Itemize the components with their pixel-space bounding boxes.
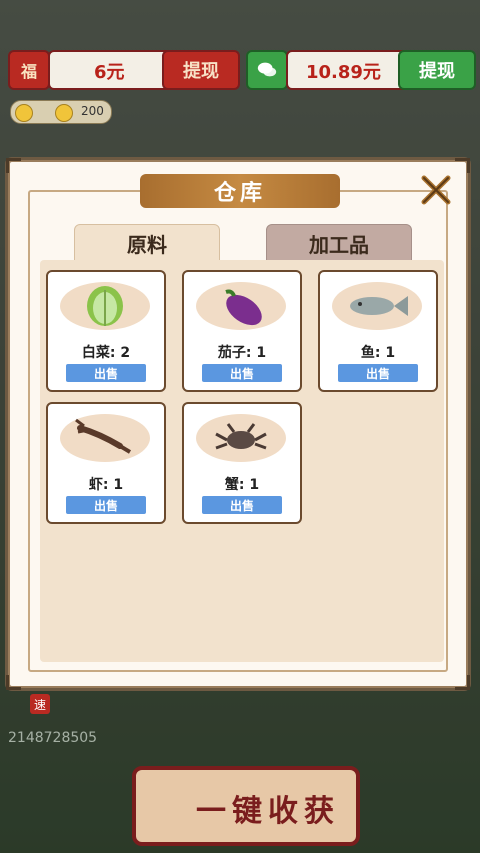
sell-button[interactable]: 出售 [202,496,282,514]
tab-processed-goods[interactable]: 加工品 [266,224,412,262]
item-label: 蟹: 1 [224,477,260,493]
item-label: 鱼: 1 [360,345,396,361]
frame-corner [6,158,21,173]
sell-button[interactable]: 出售 [202,364,282,382]
warehouse-modal: 仓库 原料 加工品 白菜: 2 出售 茄子: 1 出售 鱼: 1 出售 虾: 1… [6,158,470,690]
wechat-amount: 10.89元 [306,62,381,83]
wechat-icon [246,50,288,90]
tab-raw-materials[interactable]: 原料 [74,224,220,262]
item-label: 茄子: 1 [217,345,267,361]
fu-icon: 福 [8,50,50,90]
speed-badge: 速 [30,694,50,714]
frame-corner [455,675,470,690]
coin-count: 200 [81,104,104,118]
cabbage-icon [60,282,150,330]
fish-icon [332,282,422,330]
coin-icon [15,104,33,122]
top-currency-bar: 福 6元 提现 10.89元 提现 [8,50,476,90]
harvest-label: 一键收获 [196,794,340,829]
withdraw-green-button[interactable]: 提现 [398,50,476,90]
fu-balance: 6元 [48,50,172,90]
eggplant-icon [196,282,286,330]
sell-button[interactable]: 出售 [66,364,146,382]
items-grid: 白菜: 2 出售 茄子: 1 出售 鱼: 1 出售 虾: 1 出售 蟹: 1 出… [40,260,444,662]
item-card-fish[interactable]: 鱼: 1 出售 [318,270,438,392]
withdraw-red-button[interactable]: 提现 [162,50,240,90]
item-label: 白菜: 2 [81,345,131,361]
item-label: 虾: 1 [88,477,124,493]
item-card-crab[interactable]: 蟹: 1 出售 [182,402,302,524]
one-click-harvest-button[interactable]: 一键收获 [132,766,360,846]
item-card-crayfish[interactable]: 虾: 1 出售 [46,402,166,524]
crab-icon [196,414,286,462]
wechat-balance: 10.89元 [286,50,410,90]
frame-corner [6,675,21,690]
sell-button[interactable]: 出售 [66,496,146,514]
close-button[interactable] [418,172,454,208]
item-card-eggplant[interactable]: 茄子: 1 出售 [182,270,302,392]
frame-corner [455,158,470,173]
modal-title: 仓库 [140,174,340,208]
close-icon [421,175,451,205]
coin-icon [55,104,73,122]
sell-button[interactable]: 出售 [338,364,418,382]
player-id: 2148728505 [8,730,98,746]
crayfish-icon [60,414,150,462]
coin-counter: 200 [10,100,112,124]
fu-amount: 6元 [94,62,125,83]
item-card-cabbage[interactable]: 白菜: 2 出售 [46,270,166,392]
